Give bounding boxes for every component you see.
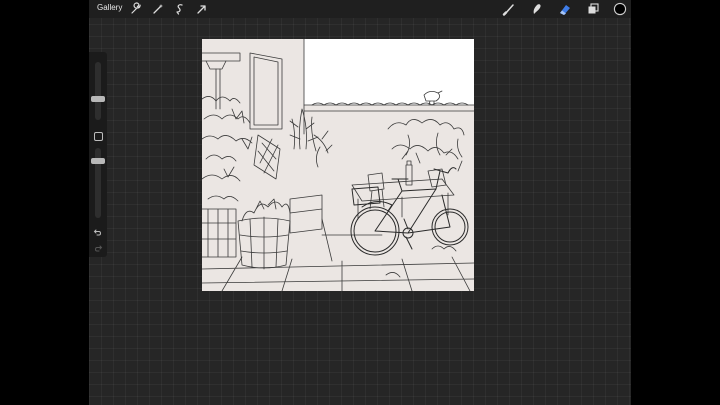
procreate-app: Gallery xyxy=(89,0,631,405)
line-art-illustration xyxy=(202,39,474,291)
wrench-icon[interactable] xyxy=(129,2,143,16)
selection-icon[interactable] xyxy=(173,2,187,16)
top-toolbar: Gallery xyxy=(89,0,631,18)
smudge-icon[interactable] xyxy=(530,2,544,16)
color-swatch[interactable] xyxy=(613,2,627,16)
opacity-handle[interactable] xyxy=(91,158,105,164)
undo-icon[interactable] xyxy=(93,224,103,236)
drawing-canvas[interactable] xyxy=(202,39,474,291)
layers-icon[interactable] xyxy=(586,2,600,16)
brush-size-handle[interactable] xyxy=(91,96,105,102)
modify-button[interactable] xyxy=(94,132,103,141)
transform-arrow-icon[interactable] xyxy=(195,2,209,16)
magic-wand-icon[interactable] xyxy=(151,2,165,16)
brush-size-slider[interactable] xyxy=(95,62,101,120)
eraser-icon[interactable] xyxy=(558,2,572,16)
gallery-button[interactable]: Gallery xyxy=(97,3,122,12)
brush-icon[interactable] xyxy=(502,2,516,16)
left-sidebar xyxy=(89,52,107,257)
redo-icon[interactable] xyxy=(93,240,103,252)
